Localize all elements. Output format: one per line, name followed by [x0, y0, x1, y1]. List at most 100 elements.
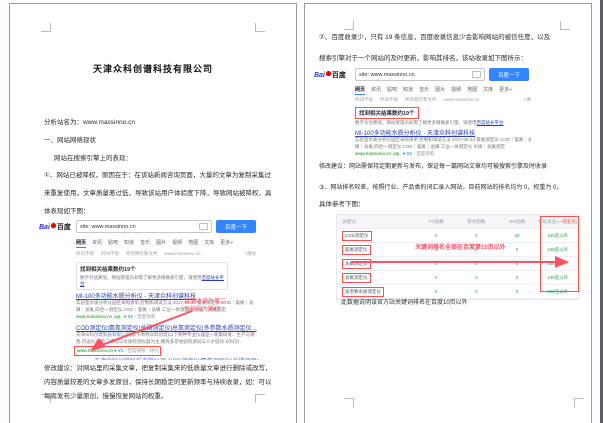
camera-icon[interactable]: [472, 71, 481, 78]
tool-clear[interactable]: ×清除: [523, 97, 531, 103]
paragraph-line: ②、百度收录少，只有 19 条信息，百度收录信息少会影响网站的被信任度，以及: [319, 31, 550, 41]
baidu-search-button[interactable]: 百度一下: [216, 220, 256, 233]
col-header-site-rank: 本站排名(一键查询): [537, 219, 578, 225]
tab-tieba[interactable]: 贴吧: [387, 86, 397, 95]
sub-heading: 网站在搜索引擎上的表现：: [54, 152, 132, 162]
result-count-box: 找到相关结果数约19个 数字为估算值。网站管理员如需了解更多精确索引量，请使用百…: [76, 262, 228, 290]
tab-zhidao[interactable]: 知道: [403, 86, 413, 95]
baidu-screenshot-1: Bai百度 site: www.massinno.cn 百度一下 网页 资讯 贴…: [38, 218, 258, 360]
advice-line: 内容质量较差的文章多发原创，保持长期稳定的更新频率与持续收录，如：可以: [44, 376, 272, 386]
tab-web[interactable]: 网页: [76, 239, 86, 248]
tool-site-filter[interactable]: www.massinno.cn: [444, 97, 480, 103]
tab-video[interactable]: 视频: [172, 239, 182, 248]
tab-video[interactable]: 视频: [451, 86, 461, 95]
search-result-title[interactable]: MI-100多功能水质分析仪 - 天津众科创谱科技: [355, 128, 475, 137]
tool-time-filter[interactable]: 时间不限: [101, 251, 119, 257]
search-input[interactable]: site: www.massinno.cn: [76, 220, 212, 233]
tool-clear[interactable]: ×清除: [244, 251, 256, 257]
search-input[interactable]: site: www.massinno.cn: [355, 68, 485, 81]
paragraph-line: ③、网站排名较差，按照行业、产品类的词汇录入网站，目前网站的排名均为 0，权重为…: [319, 182, 562, 191]
paragraph-line: 体表现如下图：: [44, 205, 90, 215]
tool-time-filter[interactable]: 时间不限: [380, 97, 398, 103]
advice-line: 修改建议：网站需保持定期更新与发布，保证每一篇网站文章均可被搜索引擎及时收录: [319, 161, 547, 170]
search-result-desc: 实验室水质分析仪园区采购清单,控制和调试方法 2017-05-24 氨氮测定仪 …: [355, 137, 531, 143]
baidu-paw-icon: [326, 71, 331, 76]
col-header-mobile-index: 移动指数: [456, 219, 497, 225]
keyword-ranking-table: 关键词 PC指数 移动指数 360指数 本站排名(一键查询) COD测定仪 0 …: [336, 214, 579, 300]
search-tools-bar: 时间不限 时间不限 所有网页和文件 www.massinno.cn ×清除: [76, 251, 256, 257]
paragraph-line: 搜索引擎对于一个网站的及时更新，影响其排名，该站收录如下图所示：: [319, 52, 527, 62]
result-count-note: 数字为估算值。网站管理员如需了解更多精确索引量，请使用百度站长平台: [355, 120, 504, 126]
paragraph-line: 具体参考下图：: [319, 198, 365, 208]
margin-corner-mark: [344, 398, 354, 407]
tab-tieba[interactable]: 贴吧: [108, 239, 118, 248]
tab-music[interactable]: 音乐: [419, 86, 429, 95]
baidu-tab-bar: 网页 资讯 贴吧 知道 音乐 图片 视频 地图 文库 更多»: [355, 86, 512, 95]
col-header-360-index: 360指数: [497, 219, 538, 225]
tab-more[interactable]: 更多»: [499, 86, 512, 95]
tab-image[interactable]: 图片: [435, 86, 445, 95]
partial-result-link[interactable]: 天津众科创谱科技有限公司-COD测定仪|氨氮测定仪|总磷测定仪..: [94, 356, 258, 360]
tab-news[interactable]: 资讯: [92, 239, 102, 248]
search-result-title[interactable]: MI-100多功能水质分析仪 - 天津众科创谱科技: [76, 291, 196, 300]
margin-corner-mark: [255, 23, 265, 32]
margin-corner-mark: [255, 394, 265, 403]
table-red-annotation: 关键词排名全部在百度第10页以外: [415, 242, 506, 251]
baidu-logo: Bai百度: [39, 222, 71, 232]
tool-filetype-filter[interactable]: 所有网页和文件: [405, 97, 437, 103]
baidu-search-button[interactable]: 百度一下: [489, 68, 529, 81]
tab-map[interactable]: 地图: [188, 239, 198, 248]
table-header-row: 关键词 PC指数 移动指数 360指数 本站排名(一键查询): [337, 215, 578, 229]
tab-news[interactable]: 资讯: [371, 86, 381, 95]
document-page-2: ②、百度收录少，只有 19 条信息，百度收录信息少会影响网站的被信任度，以及 搜…: [304, 3, 592, 423]
section-heading: 一、网站网络现状: [44, 134, 96, 144]
tab-map[interactable]: 地图: [467, 86, 477, 95]
document-page-1: 天津众科创谱科技有限公司 分析站名为：www.massinno.cn 一、网站网…: [9, 3, 297, 423]
tool-filetype-filter[interactable]: 所有网页和文件: [126, 251, 158, 257]
tab-more[interactable]: 更多»: [220, 239, 233, 248]
tab-web[interactable]: 网页: [355, 86, 365, 95]
baidu-logo: Bai百度: [314, 70, 346, 80]
tab-music[interactable]: 音乐: [140, 239, 150, 248]
advice-line: 修改建议：对网站里的采集文章，把复制采集来的低质量文章进行删除或改写，: [44, 362, 272, 372]
document-preview-canvas: 天津众科创谱科技有限公司 分析站名为：www.massinno.cn 一、网站网…: [0, 0, 603, 423]
search-result-desc: 实验室水质分析仪园区采购清单,控制和调试方法 2017-05-24 氨氮测定仪 …: [76, 300, 254, 306]
result-count-title: 找到相关结果数约19个: [80, 265, 224, 273]
search-tools-bar: 时间不限 时间不限 所有网页和文件 www.massinno.cn ×清除: [355, 97, 531, 103]
result-count-redboxed: 找到相关结果数约19个: [355, 107, 419, 119]
keyword-redboxed: 总氮测定仪: [342, 273, 371, 283]
baidu-screenshot-2: Bai百度 site: www.massinno.cn 百度一下 网页 资讯 贴…: [313, 66, 531, 158]
paragraph-line: 来重复使用，文章质量差过低，导致该站用户体验度下降，导致网站被降权，具: [44, 187, 272, 197]
paragraph-line: ①、网站已被降权，原因在于：在该站新闻咨询页面，大量的文章为复制采集过: [44, 169, 271, 179]
margin-corner-mark: [574, 398, 584, 407]
red-arrow-horizontal: [349, 256, 571, 268]
search-result-desc: 磷｜总氮,四合一测定仪 COD｜氨氮｜总磷 工业一体测定仪 水质｜总氮测定.: [355, 144, 506, 150]
tab-image[interactable]: 图片: [156, 239, 166, 248]
col-header-keyword: 关键词: [337, 219, 416, 225]
baidu-paw-icon: [51, 223, 56, 228]
camera-icon[interactable]: [199, 223, 208, 230]
table-row: 总氮测定仪 0 0 0 100名以外: [337, 271, 578, 285]
tab-wenku[interactable]: 文库: [204, 239, 214, 248]
advice-line: 每周发布少量原创，慢慢恢复网站的权重。: [44, 390, 168, 400]
search-result-url: www.massinno.cn .jsp.. ▾ V1 - 百度快照: [355, 151, 434, 157]
margin-corner-mark: [560, 21, 570, 30]
baidu-tab-bar: 网页 资讯 贴吧 知道 音乐 图片 视频 地图 文库 更多»: [76, 239, 233, 248]
red-arrow-annotation: [88, 308, 198, 354]
keyword-redboxed: 氨氮测定仪: [342, 245, 371, 255]
analyzed-site-line: 分析站名为：www.massinno.cn: [44, 116, 135, 126]
keyword-redboxed: COD测定仪: [342, 231, 372, 241]
margin-corner-mark: [41, 23, 51, 32]
tool-site-filter[interactable]: www.massinno.cn: [165, 251, 201, 257]
tab-zhidao[interactable]: 知道: [124, 239, 134, 248]
tool-time-filter[interactable]: 时间不限: [76, 251, 94, 257]
baidu-cache-link[interactable]: - 百度快照: [413, 151, 434, 156]
tool-time-filter[interactable]: 时间不限: [355, 97, 373, 103]
table-row: COD测定仪 0 0 29 100名以外: [337, 229, 578, 243]
tab-wenku[interactable]: 文库: [483, 86, 493, 95]
margin-corner-mark: [344, 21, 354, 30]
col-header-pc-index: PC指数: [416, 219, 456, 225]
webmaster-platform-link[interactable]: 百度站长平台: [477, 120, 504, 125]
keyword-redboxed: 多参数水质测定仪: [342, 287, 384, 297]
result-count-note: 数字为估算值。网站管理员如需了解更多精确索引量，请使用百度站长平台: [80, 275, 224, 287]
